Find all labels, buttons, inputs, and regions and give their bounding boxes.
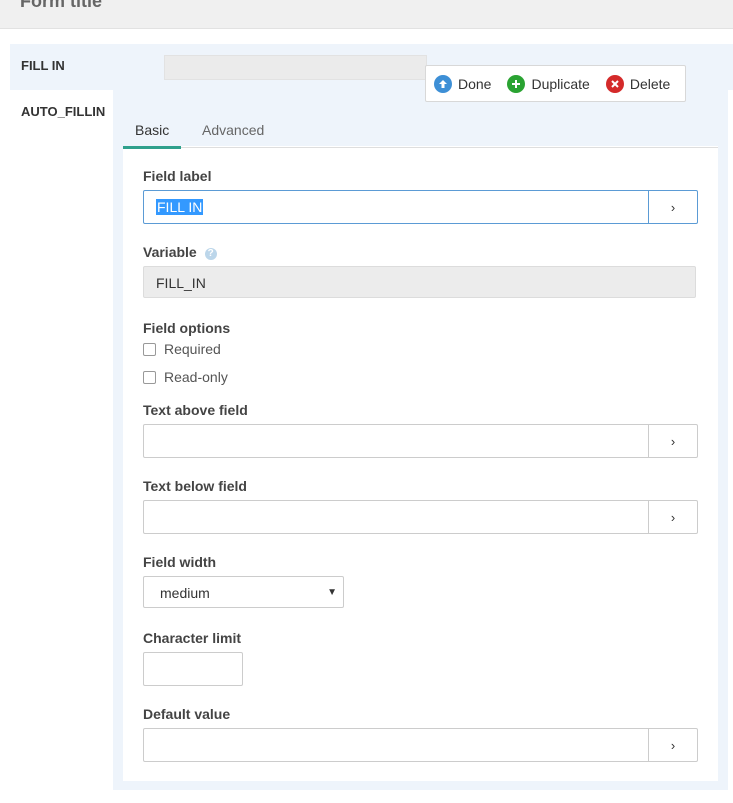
- required-option: Required: [143, 341, 221, 357]
- variable-field: FILL_IN: [143, 266, 696, 298]
- text-above-expand-button[interactable]: ›: [648, 425, 697, 457]
- variable-heading: Variable?: [143, 244, 217, 260]
- done-button[interactable]: Done: [434, 74, 492, 93]
- header-bar: Form title: [0, 0, 733, 29]
- tab-basic[interactable]: Basic: [123, 122, 182, 149]
- field-label-heading: Field label: [143, 168, 212, 184]
- field-actions-toolbar: Done Duplicate Delete: [425, 65, 686, 102]
- required-checkbox[interactable]: [143, 342, 156, 356]
- text-above-heading: Text above field: [143, 402, 248, 418]
- field-list-item[interactable]: AUTO_FILLIN: [21, 104, 105, 119]
- duplicate-button[interactable]: Duplicate: [507, 74, 590, 93]
- delete-label: Delete: [629, 75, 671, 92]
- field-label-value: FILL IN: [156, 199, 204, 215]
- default-value-input-group: ›: [143, 728, 698, 762]
- field-width-heading: Field width: [143, 554, 217, 570]
- field-list-item-label: FILL IN: [21, 58, 65, 73]
- text-below-expand-button[interactable]: ›: [648, 501, 697, 533]
- field-options-heading: Field options: [143, 320, 231, 336]
- field-label-expand-button[interactable]: ›: [648, 191, 697, 223]
- default-value-expand-button[interactable]: ›: [648, 729, 697, 761]
- read-only-checkbox[interactable]: [143, 370, 156, 384]
- read-only-label: Read-only: [164, 369, 228, 385]
- default-value-input[interactable]: [144, 729, 648, 761]
- text-above-input-group: ›: [143, 424, 698, 458]
- read-only-option: Read-only: [143, 369, 228, 385]
- delete-button[interactable]: Delete: [605, 74, 671, 93]
- tab-advanced[interactable]: Advanced: [190, 122, 276, 146]
- plus-icon: [507, 74, 526, 93]
- done-label: Done: [458, 75, 492, 92]
- help-icon[interactable]: ?: [204, 248, 217, 260]
- page-title: Form title: [20, 0, 103, 11]
- caret-down-icon: ▼: [327, 587, 337, 598]
- text-below-input-group: ›: [143, 500, 698, 534]
- duplicate-label: Duplicate: [531, 75, 590, 92]
- variable-label: Variable: [143, 244, 197, 260]
- required-label: Required: [164, 341, 221, 357]
- text-below-heading: Text below field: [143, 478, 247, 494]
- text-above-input[interactable]: [144, 425, 648, 457]
- default-value-heading: Default value: [143, 706, 231, 722]
- field-width-select[interactable]: medium ▼: [143, 576, 344, 608]
- field-label-input[interactable]: FILL IN: [144, 191, 648, 223]
- arrow-up-icon: [434, 74, 452, 93]
- field-preview: [164, 55, 427, 80]
- settings-tabs: Basic Advanced: [123, 117, 718, 149]
- field-width-value: medium: [160, 585, 210, 601]
- character-limit-heading: Character limit: [143, 630, 242, 646]
- character-limit-input[interactable]: [143, 652, 243, 686]
- field-label-input-group: FILL IN ›: [143, 190, 698, 224]
- close-icon: [605, 74, 624, 93]
- text-below-input[interactable]: [144, 501, 648, 533]
